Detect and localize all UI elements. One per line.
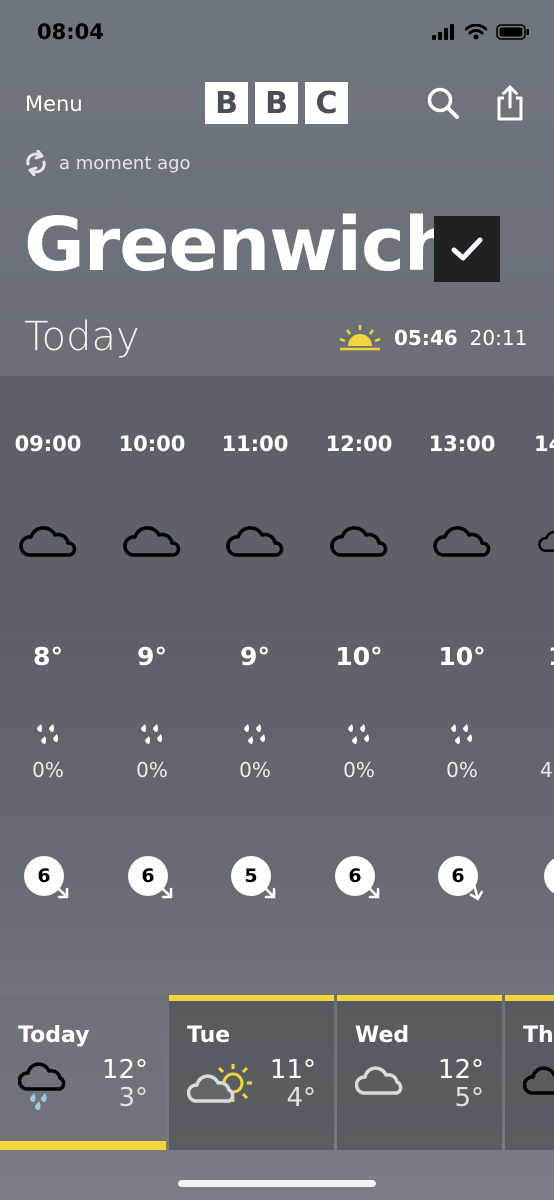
day-low-temp: 4° (286, 1083, 316, 1113)
day-card-wed[interactable]: Wed 12° 5° (337, 995, 502, 1150)
battery-icon (496, 24, 529, 40)
hour-column[interactable]: 14 1 4 (514, 376, 554, 996)
share-icon (497, 85, 523, 121)
cloud-icon (123, 526, 181, 557)
day-high-temp: 12° (101, 1055, 148, 1085)
hour-time: 11:00 (221, 432, 289, 456)
location-name: Greenwich (24, 202, 457, 288)
wifi-icon (465, 24, 487, 40)
raindrops-icon (37, 724, 58, 744)
hour-column[interactable]: 11:00 9° 0% 5 (203, 376, 307, 996)
logo-letter: B (205, 82, 248, 124)
day-label: Today (24, 314, 140, 360)
wind-direction-icon (260, 883, 276, 899)
day-low-temp: 5° (454, 1083, 484, 1113)
wind-direction-icon (364, 883, 380, 899)
sun-cloud-icon (186, 1064, 252, 1103)
rain-cloud-icon (17, 1062, 66, 1111)
raindrops-icon (451, 724, 472, 744)
day-name: Tue (187, 1023, 231, 1048)
wind-speed-badge (544, 856, 554, 896)
raindrops-icon (141, 724, 162, 744)
day-name: Today (18, 1023, 90, 1048)
hour-time: 12:00 (325, 432, 393, 456)
updated-text: a moment ago (59, 152, 191, 174)
header: Menu B B C (0, 72, 554, 136)
cloud-icon (522, 1066, 554, 1095)
hour-temp: 10° (335, 642, 383, 671)
daily-forecast[interactable]: Today 12° 3° Tue 11° 4° Wed 12° 5° Th (0, 995, 554, 1150)
hour-time: 09:00 (14, 432, 82, 456)
hour-rain-chance: 0% (239, 758, 271, 782)
check-icon (451, 237, 483, 261)
search-button[interactable] (425, 85, 461, 125)
cloud-icon (19, 526, 77, 557)
hour-temp: 9° (137, 642, 167, 671)
share-button[interactable] (495, 84, 525, 126)
status-icons (432, 24, 530, 40)
location-toggle[interactable] (434, 216, 500, 282)
sunrise-icon (339, 325, 381, 351)
last-updated[interactable]: a moment ago (24, 150, 191, 176)
hour-rain-chance: 4 (540, 758, 553, 782)
hour-temp: 8° (33, 642, 63, 671)
day-topbar (169, 995, 334, 1001)
cloud-icon (354, 1066, 403, 1095)
day-low-temp: 3° (118, 1083, 148, 1113)
cloud-icon (538, 530, 554, 552)
status-bar: 08:04 (0, 0, 554, 66)
search-icon (427, 87, 459, 119)
raindrops-icon (348, 724, 369, 744)
hour-rain-chance: 0% (136, 758, 168, 782)
bbc-logo[interactable]: B B C (205, 82, 348, 124)
day-card-tue[interactable]: Tue 11° 4° (169, 995, 334, 1150)
cloud-icon (330, 526, 388, 557)
hour-temp: 1 (548, 642, 554, 671)
hour-time: 13:00 (428, 432, 496, 456)
hour-rain-chance: 0% (446, 758, 478, 782)
hour-temp: 10° (438, 642, 486, 671)
hour-column[interactable]: 12:00 10° 0% 6 (307, 376, 411, 996)
hour-column[interactable]: 09:00 8° 0% 6 (0, 376, 100, 996)
day-card-today[interactable]: Today 12° 3° (0, 995, 166, 1150)
hour-column[interactable]: 10:00 9° 0% 6 (100, 376, 204, 996)
menu-button[interactable]: Menu (25, 92, 83, 116)
hour-temp: 9° (240, 642, 270, 671)
wind-direction-icon (53, 883, 69, 899)
status-time: 08:04 (37, 20, 104, 44)
hour-rain-chance: 0% (32, 758, 64, 782)
cloud-icon (433, 526, 491, 557)
home-indicator[interactable] (178, 1180, 376, 1187)
selected-indicator (0, 1141, 166, 1150)
wind-direction-icon (157, 883, 173, 899)
hour-time: 10:00 (118, 432, 186, 456)
day-topbar (505, 995, 554, 1001)
signal-icon (432, 24, 454, 40)
logo-letter: C (305, 82, 348, 124)
day-topbar (337, 995, 502, 1001)
day-name: Wed (355, 1023, 410, 1048)
day-high-temp: 11° (269, 1055, 316, 1085)
raindrops-icon (244, 724, 265, 744)
sunset-time: 20:11 (469, 326, 528, 350)
day-card-thu[interactable]: Thu (505, 995, 554, 1150)
day-name: Thu (523, 1023, 554, 1048)
sun-times: 05:46 20:11 (338, 324, 527, 352)
hour-column[interactable]: 13:00 10° 0% 6 (410, 376, 514, 996)
hour-rain-chance: 0% (343, 758, 375, 782)
cloud-icon (226, 526, 284, 557)
sunrise-time: 05:46 (394, 326, 458, 350)
hourly-forecast[interactable]: 09:00 8° 0% 6 10:00 9° 0% 6 11:00 9° 0% … (0, 376, 554, 996)
refresh-icon (26, 150, 46, 176)
hour-time: 14 (534, 432, 554, 456)
logo-letter: B (255, 82, 298, 124)
day-high-temp: 12° (437, 1055, 484, 1085)
